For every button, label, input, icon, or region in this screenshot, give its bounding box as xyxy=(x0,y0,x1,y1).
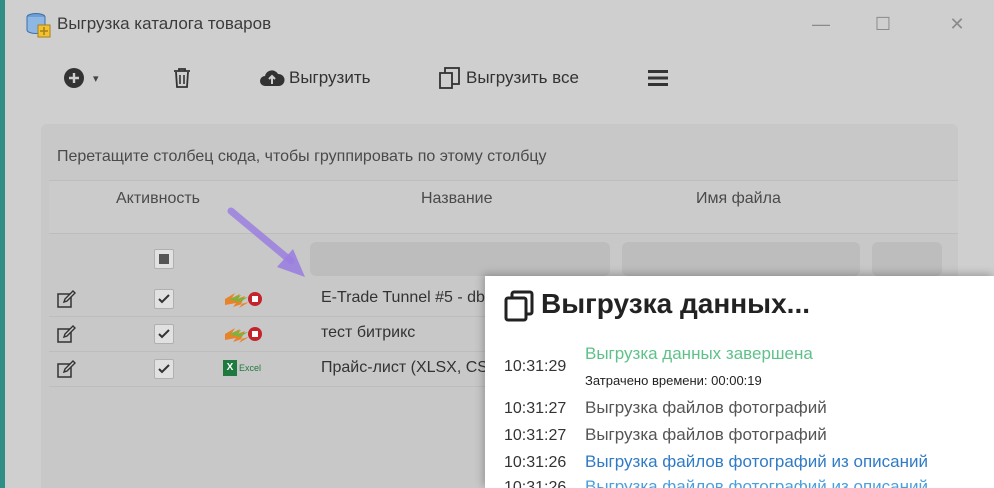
grid-header: Активность Название Имя файла xyxy=(49,180,958,234)
upload-label: Выгрузить xyxy=(289,68,371,87)
upload-all-button[interactable]: Выгрузить все xyxy=(438,62,579,94)
toolbar: ▾ Выгрузить Выгрузить все xyxy=(5,56,994,100)
log-entry: 10:31:29 Выгрузка данных завершена Затра… xyxy=(485,344,994,388)
title-bar: Выгрузка каталога товаров — ☐ ✕ xyxy=(5,0,994,50)
close-button[interactable]: ✕ xyxy=(939,8,975,40)
log-time: 10:31:26 xyxy=(504,454,567,471)
log-time: 10:31:27 xyxy=(504,427,567,444)
database-app-icon xyxy=(26,13,51,38)
log-entry: 10:31:26 Выгрузка файлов фотографий из о… xyxy=(485,477,994,488)
log-time: 10:31:26 xyxy=(504,479,567,488)
row-name: тест битрикс xyxy=(321,324,416,341)
minimize-button[interactable]: — xyxy=(803,8,839,40)
log-entry: 10:31:27 Выгрузка файлов фотографий xyxy=(485,425,994,453)
active-checkbox[interactable] xyxy=(154,359,174,379)
column-header-name[interactable]: Название xyxy=(421,190,493,208)
trash-icon xyxy=(174,68,190,88)
active-checkbox[interactable] xyxy=(154,289,174,309)
filter-row xyxy=(49,234,958,280)
log-message: Выгрузка файлов фотографий xyxy=(585,398,827,417)
add-button[interactable]: ▾ xyxy=(63,62,99,94)
hamburger-icon xyxy=(648,70,668,86)
upload-button[interactable]: Выгрузить xyxy=(259,62,370,94)
log-message: Выгрузка файлов фотографий xyxy=(585,425,827,444)
excel-logo-icon: X Excel xyxy=(223,360,261,376)
menu-button[interactable] xyxy=(647,62,669,94)
log-elapsed: Затрачено времени: 00:00:19 xyxy=(585,373,762,388)
etrade-logo-icon xyxy=(225,292,262,308)
log-entry: 10:31:27 Выгрузка файлов фотографий xyxy=(485,398,994,426)
log-time: 10:31:27 xyxy=(504,400,567,417)
cloud-upload-icon xyxy=(260,70,285,86)
group-by-hint[interactable]: Перетащите столбец сюда, чтобы группиров… xyxy=(57,148,547,166)
copy-icon xyxy=(504,290,534,322)
log-message: Выгрузка файлов фотографий из описаний xyxy=(585,477,928,488)
maximize-button[interactable]: ☐ xyxy=(865,8,901,40)
column-header-active[interactable]: Активность xyxy=(116,190,200,208)
edit-icon[interactable] xyxy=(57,290,77,308)
column-header-filename[interactable]: Имя файла xyxy=(696,190,781,208)
active-filter-checkbox[interactable] xyxy=(154,249,174,269)
edit-icon[interactable] xyxy=(57,325,77,343)
plus-circle-icon xyxy=(64,68,84,88)
pointer-arrow-icon xyxy=(227,207,305,277)
row-name: Прайс-лист (XLSX, CSV) xyxy=(321,359,504,376)
filename-filter-input[interactable] xyxy=(622,242,860,276)
active-checkbox[interactable] xyxy=(154,324,174,344)
row-name: E-Trade Tunnel #5 - dbte xyxy=(321,289,499,306)
copy-icon xyxy=(439,67,460,89)
log-time: 10:31:29 xyxy=(504,358,567,375)
add-dropdown-icon[interactable]: ▾ xyxy=(93,72,99,85)
log-message: Выгрузка файлов фотографий из описаний xyxy=(585,452,928,471)
delete-button[interactable] xyxy=(172,62,192,94)
upload-all-label: Выгрузить все xyxy=(466,68,579,87)
dialog-title: Выгрузка данных... xyxy=(541,288,811,319)
name-filter-input[interactable] xyxy=(310,242,610,276)
etrade-logo-icon xyxy=(225,327,262,343)
edit-icon[interactable] xyxy=(57,360,77,378)
export-progress-dialog: Выгрузка данных... 10:31:29 Выгрузка дан… xyxy=(485,276,994,488)
excel-logo-text: Excel xyxy=(239,363,262,373)
window-title: Выгрузка каталога товаров xyxy=(57,14,272,33)
extra-filter-input[interactable] xyxy=(872,242,942,276)
log-message: Выгрузка данных завершена xyxy=(585,344,813,363)
